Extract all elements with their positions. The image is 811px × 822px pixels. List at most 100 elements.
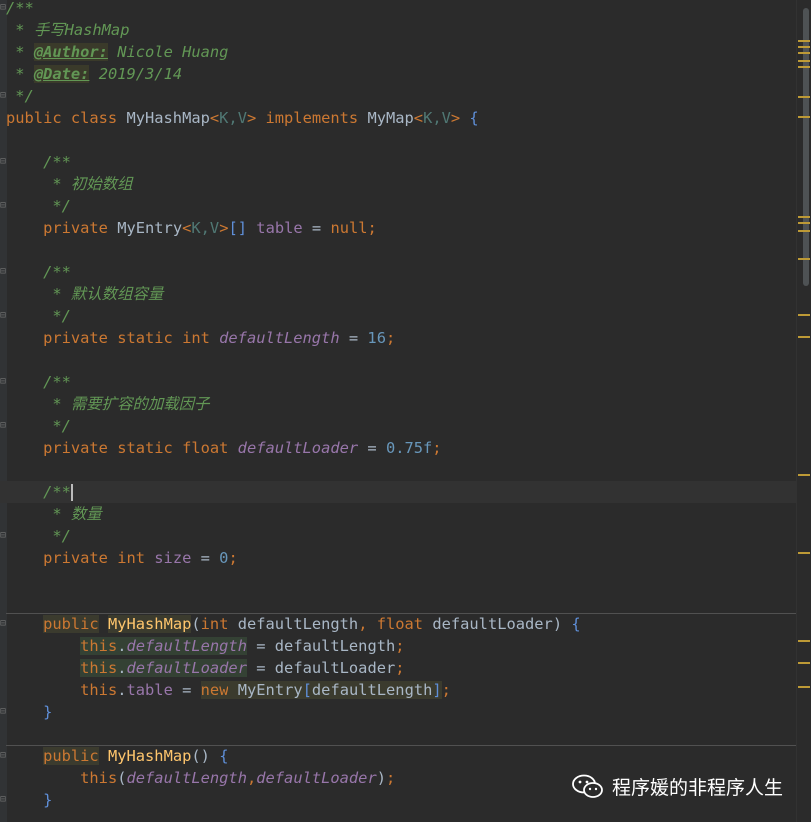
- field-size: size: [154, 549, 192, 567]
- method-separator: [6, 745, 811, 746]
- marker-stripe[interactable]: [798, 258, 810, 260]
- javadoc-date-tag: @Date:: [33, 65, 90, 83]
- constructor-name: MyHashMap: [107, 615, 192, 633]
- method-separator: [6, 613, 811, 614]
- number-literal: 0.75f: [385, 439, 433, 457]
- code-line: ⊟ */: [0, 87, 34, 105]
- code-line: ⊟ */: [0, 527, 71, 545]
- comment-text: 默认数组容量: [70, 285, 164, 303]
- param-default-length: defaultLength: [274, 637, 396, 655]
- fold-icon[interactable]: ⊟: [0, 701, 6, 723]
- code-line: private MyEntry<K,V>[] table = null;: [43, 219, 377, 237]
- type-params: K,V: [219, 109, 247, 127]
- marker-stripe[interactable]: [798, 66, 810, 68]
- code-line-current[interactable]: ⊟ /**: [0, 481, 797, 503]
- fold-icon[interactable]: ⊟: [0, 0, 6, 19]
- fold-icon[interactable]: ⊟: [0, 613, 6, 635]
- marker-stripe[interactable]: [798, 96, 810, 98]
- marker-stripe[interactable]: [798, 552, 810, 554]
- code-line: * 需要扩容的加载因子: [43, 395, 210, 413]
- field-default-length: defaultLength: [126, 769, 247, 787]
- code-line: * 手写HashMap: [6, 21, 130, 39]
- code-line: ⊟ }: [0, 703, 53, 721]
- interface-name: MyMap: [367, 109, 414, 127]
- fold-icon[interactable]: ⊟: [0, 415, 6, 437]
- field-default-length: defaultLength: [126, 637, 247, 655]
- marker-stripe[interactable]: [798, 116, 810, 118]
- author-name: Nicole Huang: [117, 43, 229, 61]
- fold-icon[interactable]: ⊟: [0, 85, 6, 107]
- code-line: private static float defaultLoader = 0.7…: [43, 439, 442, 457]
- code-line: ⊟ */: [0, 307, 71, 325]
- code-line: ⊟ /**: [0, 373, 71, 391]
- code-line: public class MyHashMap<K,V> implements M…: [6, 109, 479, 127]
- marker-stripe[interactable]: [798, 46, 810, 48]
- field-table: table: [126, 681, 173, 699]
- entry-type: MyEntry: [237, 681, 303, 699]
- param-default-length: defaultLength: [237, 615, 359, 633]
- fold-icon[interactable]: ⊟: [0, 745, 6, 767]
- marker-stripe[interactable]: [798, 222, 810, 224]
- comment-text: 手写HashMap: [33, 21, 130, 39]
- code-line: * 默认数组容量: [43, 285, 164, 303]
- marker-stripe[interactable]: [798, 314, 810, 316]
- fold-icon[interactable]: ⊟: [0, 305, 6, 327]
- marker-stripe[interactable]: [798, 52, 810, 54]
- param-default-loader: defaultLoader: [274, 659, 396, 677]
- type-params: K,V: [191, 219, 220, 237]
- watermark: 程序媛的非程序人生: [572, 773, 783, 800]
- constructor-name: MyHashMap: [107, 747, 192, 765]
- fold-icon[interactable]: ⊟: [0, 525, 6, 547]
- field-default-loader: defaultLoader: [126, 659, 247, 677]
- fold-icon[interactable]: ⊟: [0, 151, 6, 173]
- marker-stripe[interactable]: [798, 686, 810, 688]
- code-line: * 初始数组: [43, 175, 133, 193]
- scrollbar-thumb[interactable]: [803, 8, 809, 286]
- marker-stripe[interactable]: [798, 336, 810, 338]
- fold-icon[interactable]: ⊟: [0, 195, 6, 217]
- code-line: ⊟ /**: [0, 153, 71, 171]
- marker-stripe[interactable]: [798, 474, 810, 476]
- marker-stripe[interactable]: [798, 662, 810, 664]
- field-default-loader: defaultLoader: [237, 439, 359, 457]
- code-editor[interactable]: ⊟/** * 手写HashMap * @Author: Nicole Huang…: [0, 0, 811, 822]
- fold-icon[interactable]: ⊟: [0, 261, 6, 283]
- class-name: MyHashMap: [126, 109, 210, 127]
- code-line: * @Date: 2019/3/14: [6, 65, 183, 83]
- comment-text: 需要扩容的加载因子: [70, 395, 210, 413]
- param-default-loader: defaultLoader: [432, 615, 553, 633]
- code-line: ⊟/**: [0, 0, 797, 19]
- code-line: this.defaultLength = defaultLength;: [80, 637, 405, 655]
- code-line: ⊟ */: [0, 197, 71, 215]
- field-default-loader: defaultLoader: [256, 769, 377, 787]
- marker-stripe[interactable]: [798, 640, 810, 642]
- code-line: private int size = 0;: [43, 549, 238, 567]
- code-line: this.table = new MyEntry[defaultLength];: [80, 681, 451, 699]
- field-default-length: defaultLength: [219, 329, 340, 347]
- code-line: ⊟ public MyHashMap(int defaultLength, fl…: [0, 615, 581, 633]
- fold-icon[interactable]: ⊟: [0, 371, 6, 393]
- marker-stripe[interactable]: [798, 40, 810, 42]
- code-line: ⊟ public MyHashMap() {: [0, 747, 229, 765]
- marker-stripe[interactable]: [798, 230, 810, 232]
- marker-stripe[interactable]: [798, 216, 810, 218]
- text-caret: [70, 484, 73, 501]
- code-area[interactable]: ⊟/** * 手写HashMap * @Author: Nicole Huang…: [0, 0, 797, 811]
- type-params: K,V: [423, 109, 451, 127]
- code-line: * 数量: [43, 505, 102, 523]
- fold-icon[interactable]: ⊟: [0, 789, 6, 811]
- wechat-icon: [572, 774, 603, 798]
- vertical-scrollbar[interactable]: [796, 0, 811, 822]
- watermark-text: 程序媛的非程序人生: [611, 777, 783, 799]
- comment-text: 数量: [70, 505, 102, 523]
- date-value: 2019/3/14: [98, 65, 183, 83]
- param-default-length: defaultLength: [311, 681, 433, 699]
- marker-stripe[interactable]: [798, 60, 810, 62]
- code-line: ⊟ */: [0, 417, 71, 435]
